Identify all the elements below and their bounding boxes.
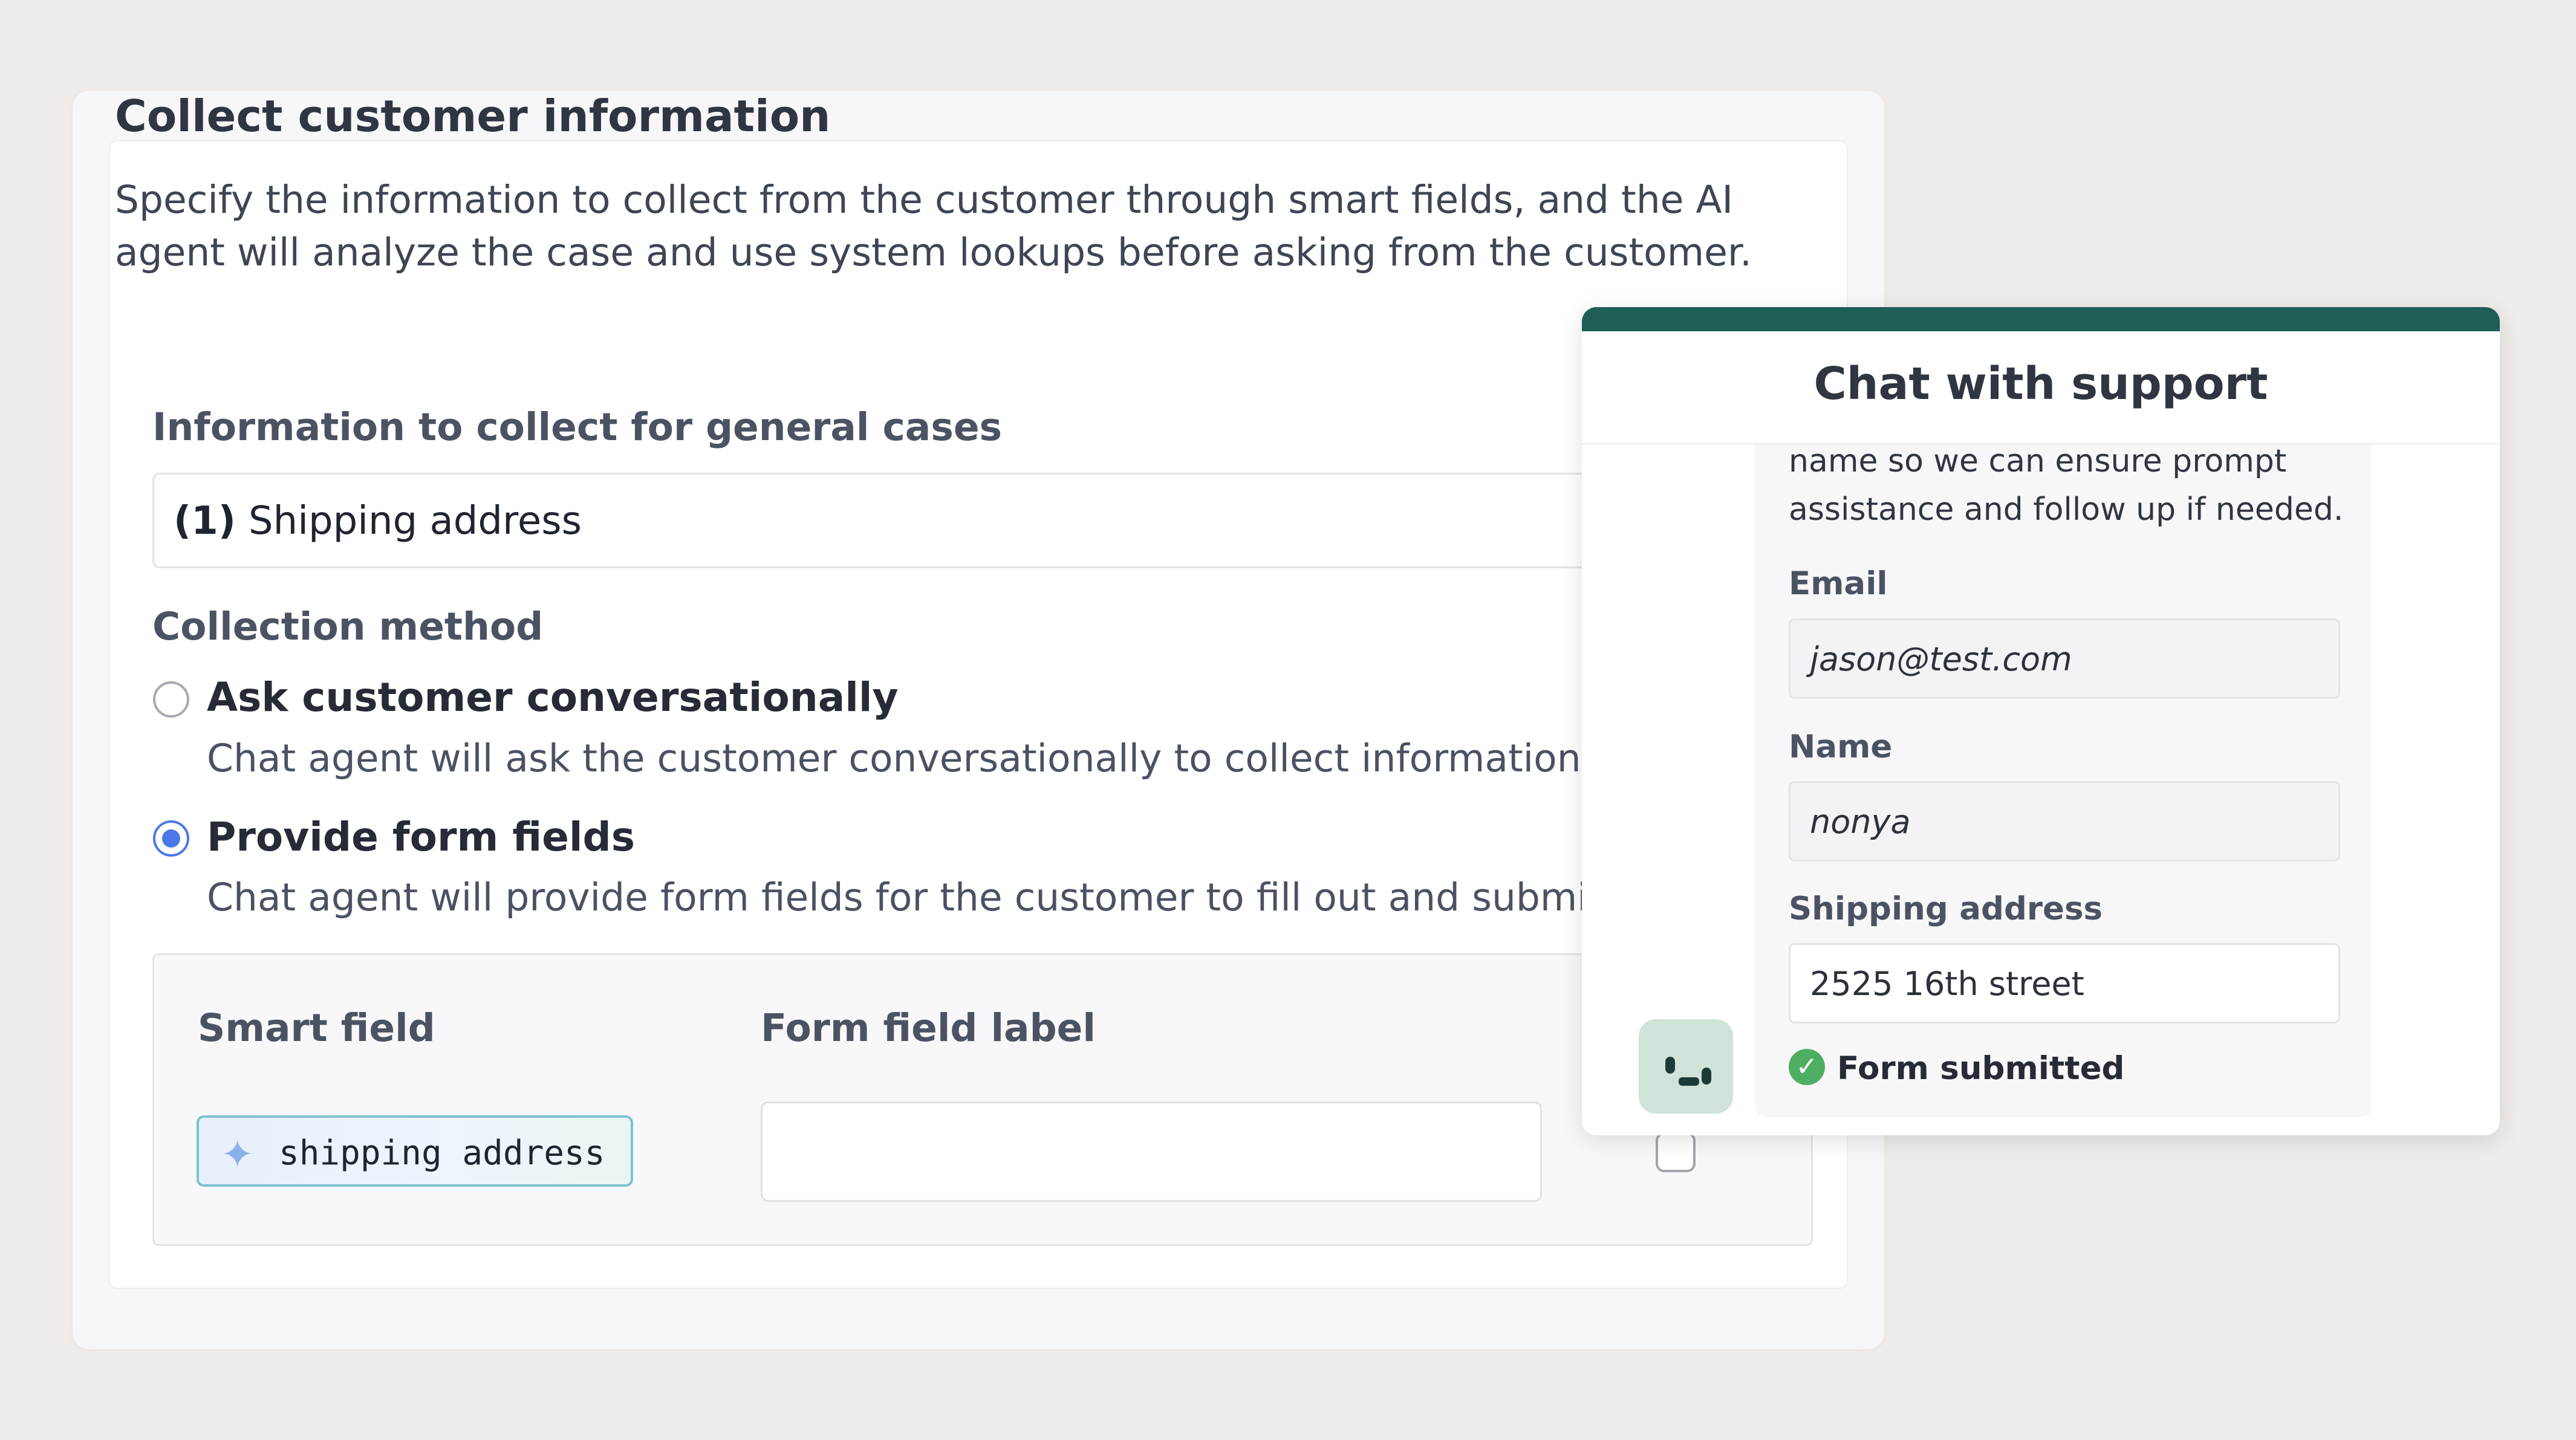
name-field[interactable]: nonya bbox=[1789, 781, 2340, 861]
dropdown-value: Shipping address bbox=[249, 499, 582, 543]
dropdown-index: (1) bbox=[174, 499, 236, 543]
email-value: jason@test.com bbox=[1810, 640, 2072, 678]
form-fields-table bbox=[152, 953, 1813, 1246]
radio-form-fields[interactable] bbox=[153, 820, 189, 857]
status-text: Form submitted bbox=[1837, 1050, 2125, 1087]
email-field[interactable]: jason@test.com bbox=[1789, 618, 2340, 699]
column-smart-field: Smart field bbox=[198, 1006, 435, 1050]
avatar-mouth bbox=[1679, 1077, 1699, 1086]
email-label: Email bbox=[1789, 565, 1888, 602]
name-label: Name bbox=[1789, 728, 1893, 765]
message-line: name so we can ensure prompt bbox=[1789, 443, 2287, 479]
smart-field-name: shipping address bbox=[279, 1134, 605, 1173]
check-circle-icon: ✓ bbox=[1789, 1049, 1825, 1085]
option-conversational-label[interactable]: Ask customer conversationally bbox=[207, 674, 899, 721]
radio-conversational[interactable] bbox=[153, 681, 189, 718]
option-conversational-desc: Chat agent will ask the customer convers… bbox=[207, 736, 1593, 780]
sparkle-icon: ✦ bbox=[221, 1131, 255, 1178]
chat-widget: Chat with support name so we can ensure … bbox=[1582, 307, 2500, 1135]
info-dropdown[interactable]: (1) Shipping address bbox=[152, 473, 1821, 568]
chat-form-message: name so we can ensure prompt assistance … bbox=[1755, 443, 2372, 1117]
smart-field-chip[interactable]: ✦ shipping address bbox=[197, 1115, 633, 1187]
agent-avatar bbox=[1639, 1019, 1733, 1114]
shipping-address-value: 2525 16th street bbox=[1810, 965, 2084, 1003]
option-form-fields-label[interactable]: Provide form fields bbox=[207, 814, 635, 860]
avatar-eye bbox=[1665, 1057, 1675, 1074]
name-value: nonya bbox=[1810, 803, 1911, 841]
column-form-field-label: Form field label bbox=[761, 1006, 1096, 1050]
avatar-eye bbox=[1702, 1068, 1711, 1085]
section-general-cases: Information to collect for general cases bbox=[152, 405, 1003, 449]
page-description: Specify the information to collect from … bbox=[115, 178, 1752, 274]
page-title: Collect customer information bbox=[115, 91, 831, 141]
shipping-address-field[interactable]: 2525 16th street bbox=[1789, 943, 2340, 1023]
required-checkbox[interactable] bbox=[1656, 1132, 1696, 1172]
message-line: assistance and follow up if needed. bbox=[1789, 491, 2344, 528]
shipping-address-label: Shipping address bbox=[1789, 890, 2103, 927]
chat-title: Chat with support bbox=[1813, 358, 2268, 410]
chat-header-bar bbox=[1582, 307, 2500, 331]
option-form-fields-desc: Chat agent will provide form fields for … bbox=[207, 875, 1615, 919]
form-field-label-input[interactable] bbox=[761, 1101, 1542, 1202]
section-collection-method: Collection method bbox=[152, 605, 544, 649]
